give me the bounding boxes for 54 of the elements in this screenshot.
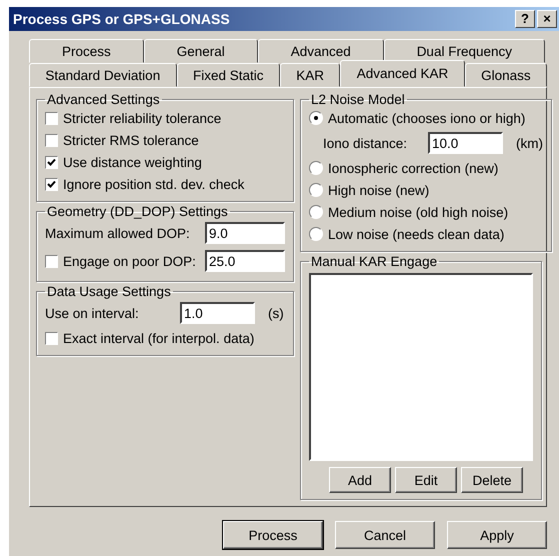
checkbox-label: Stricter reliability tolerance: [63, 110, 222, 126]
group-title: Data Usage Settings: [46, 284, 172, 299]
action-button[interactable]: Add: [329, 467, 391, 493]
radio-label: Low noise (needs clean data): [328, 226, 504, 242]
checkbox[interactable]: [45, 332, 58, 344]
checkbox-label: Exact interval (for interpol. data): [63, 330, 254, 346]
tab[interactable]: Advanced KAR: [340, 60, 465, 87]
close-button[interactable]: ×: [537, 10, 557, 28]
field-label: Engage on poor DOP:: [63, 254, 197, 268]
tab[interactable]: General: [144, 39, 258, 63]
radio-button[interactable]: [309, 111, 323, 125]
radio-label: Ionospheric correction (new): [328, 160, 498, 176]
group-title: Geometry (DD_DOP) Settings: [46, 204, 229, 219]
checkbox[interactable]: [45, 112, 58, 124]
checkbox[interactable]: [45, 134, 58, 146]
tab[interactable]: Fixed Static: [176, 63, 280, 87]
radio-button[interactable]: [309, 205, 323, 219]
radio-label: Medium noise (old high noise): [328, 204, 508, 220]
tab[interactable]: KAR: [280, 63, 340, 87]
dialog-button[interactable]: Cancel: [335, 521, 435, 549]
tab[interactable]: Advanced: [258, 39, 384, 63]
checkbox-label: Use distance weighting: [63, 154, 202, 170]
help-button[interactable]: ?: [515, 10, 535, 28]
action-button[interactable]: Delete: [461, 467, 523, 493]
field-label: Use on interval:: [45, 306, 140, 320]
radio-label: Automatic (chooses iono or high): [328, 110, 526, 126]
field-label: Maximum allowed DOP:: [45, 226, 191, 240]
dialog-button[interactable]: Process: [223, 521, 323, 549]
input-field[interactable]: 1.0: [180, 302, 255, 324]
dialog-button[interactable]: Apply: [447, 521, 547, 549]
group-title: Manual KAR Engage: [310, 254, 438, 269]
action-button[interactable]: Edit: [395, 467, 457, 493]
checkbox[interactable]: [45, 178, 58, 190]
tab[interactable]: Dual Frequency: [384, 39, 545, 63]
checkbox[interactable]: [45, 156, 58, 168]
input-field[interactable]: 10.0: [428, 132, 503, 154]
input-field[interactable]: 9.0: [205, 222, 285, 244]
field-label: Iono distance:: [322, 136, 408, 150]
radio-button[interactable]: [309, 161, 323, 175]
radio-button[interactable]: [309, 227, 323, 241]
tab[interactable]: Glonass: [464, 63, 547, 87]
unit-label: (s): [268, 306, 284, 320]
window-title: Process GPS or GPS+GLONASS: [13, 11, 230, 27]
checkbox-label: Stricter RMS tolerance: [63, 132, 199, 148]
radio-label: High noise (new): [328, 182, 430, 198]
group-title: L2 Noise Model: [310, 92, 406, 107]
input-field[interactable]: 25.0: [205, 250, 285, 272]
unit-label: (km): [516, 136, 543, 150]
radio-button[interactable]: [309, 183, 323, 197]
group-title: Advanced Settings: [46, 92, 161, 107]
tab[interactable]: Standard Deviation: [29, 63, 177, 87]
checkbox[interactable]: [45, 254, 58, 268]
checkbox-label: Ignore position std. dev. check: [63, 176, 244, 192]
tab[interactable]: Process: [29, 39, 144, 63]
